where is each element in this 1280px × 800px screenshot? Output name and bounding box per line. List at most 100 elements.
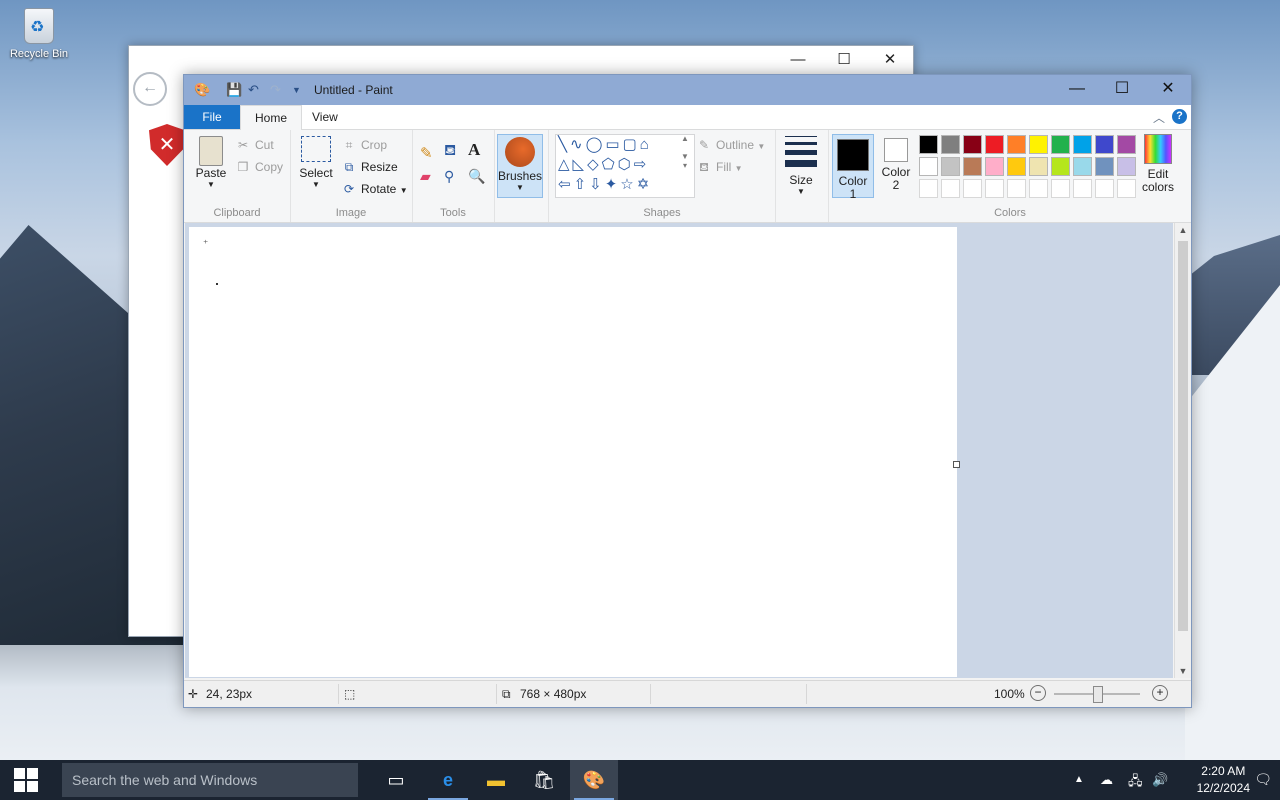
palette-swatch[interactable] xyxy=(985,157,1004,176)
scroll-down-icon[interactable]: ▼ xyxy=(1175,666,1191,676)
recycle-bin[interactable]: ♻ Recycle Bin xyxy=(6,8,72,60)
palette-swatch[interactable] xyxy=(1073,135,1092,154)
paint-taskbar-icon[interactable]: 🎨 xyxy=(570,760,618,800)
start-button[interactable] xyxy=(0,760,52,800)
network-icon[interactable]: 🖧 xyxy=(1128,772,1143,794)
palette-swatch[interactable] xyxy=(1029,179,1048,198)
palette-swatch[interactable] xyxy=(963,135,982,154)
crop-button[interactable]: ⌗ Crop xyxy=(342,138,387,153)
palette-swatch[interactable] xyxy=(1073,179,1092,198)
zoom-out-button[interactable]: − xyxy=(1030,685,1046,701)
help-icon[interactable]: ? xyxy=(1172,109,1187,124)
palette-swatch[interactable] xyxy=(1007,135,1026,154)
outline-label: Outline xyxy=(716,138,755,152)
fill-bucket-icon[interactable]: ⛾ xyxy=(444,142,456,161)
tab-file[interactable]: File xyxy=(184,105,240,129)
taskbar-search[interactable]: Search the web and Windows xyxy=(62,763,358,797)
select-label: Select xyxy=(299,166,333,180)
store-icon[interactable]: 🛍 xyxy=(520,760,568,800)
palette-swatch[interactable] xyxy=(1051,179,1070,198)
fill-button[interactable]: ⛾ Fill ▼ xyxy=(697,160,743,176)
internet-explorer-icon[interactable]: e xyxy=(424,760,472,800)
volume-icon[interactable]: 🔊 xyxy=(1152,772,1168,788)
size-button[interactable]: Size ▼ xyxy=(784,136,818,196)
zoom-in-button[interactable]: + xyxy=(1152,685,1168,701)
edit-colors-button[interactable]: Edit colors xyxy=(1139,134,1177,194)
palette-swatch[interactable] xyxy=(919,179,938,198)
tab-view[interactable]: View xyxy=(298,105,352,129)
task-view-icon[interactable]: ▭ xyxy=(372,760,420,800)
rotate-label: Rotate xyxy=(361,182,397,196)
resize-handle[interactable] xyxy=(953,461,960,468)
drawing-canvas[interactable]: ⁺ xyxy=(189,227,957,677)
cut-button[interactable]: ✂ Cut xyxy=(236,138,274,152)
scroll-up-icon[interactable]: ▲ xyxy=(1175,225,1191,235)
rotate-button[interactable]: ⟳ Rotate ▼ xyxy=(342,182,408,196)
palette-swatch[interactable] xyxy=(1095,179,1114,198)
zoom-slider-thumb[interactable] xyxy=(1093,686,1103,703)
palette-swatch[interactable] xyxy=(1051,135,1070,154)
palette-swatch[interactable] xyxy=(1007,157,1026,176)
palette-swatch[interactable] xyxy=(941,157,960,176)
file-explorer-icon[interactable]: ▬ xyxy=(472,760,520,800)
tab-home[interactable]: Home xyxy=(240,105,303,130)
back-minimize-button[interactable]: — xyxy=(775,46,821,74)
color-picker-icon[interactable]: ⚲ xyxy=(444,168,454,185)
palette-swatch[interactable] xyxy=(1073,157,1092,176)
palette-swatch[interactable] xyxy=(1117,157,1136,176)
onedrive-icon[interactable]: ☁ xyxy=(1100,772,1113,788)
select-button[interactable]: Select ▼ xyxy=(298,136,334,189)
palette-swatch[interactable] xyxy=(985,135,1004,154)
paste-button[interactable]: Paste ▼ xyxy=(194,136,228,189)
back-close-button[interactable]: ✕ xyxy=(867,46,913,74)
magnifier-icon[interactable]: 🔍 xyxy=(468,168,485,185)
copy-icon: ❐ xyxy=(237,160,249,174)
canvas-workspace[interactable]: ⁺ xyxy=(185,223,1173,678)
palette-swatch[interactable] xyxy=(963,157,982,176)
maximize-button[interactable]: ☐ xyxy=(1098,75,1146,105)
close-button[interactable]: ✕ xyxy=(1144,75,1192,105)
brushes-button[interactable]: Brushes ▼ xyxy=(497,134,543,198)
scroll-thumb[interactable] xyxy=(1178,241,1188,631)
palette-swatch[interactable] xyxy=(941,135,960,154)
outline-button[interactable]: ✎ Outline ▼ xyxy=(697,138,765,152)
palette-swatch[interactable] xyxy=(963,179,982,198)
customize-qat-icon[interactable]: ▼ xyxy=(292,85,301,95)
back-maximize-button[interactable]: ☐ xyxy=(821,46,867,74)
palette-swatch[interactable] xyxy=(1051,157,1070,176)
undo-icon[interactable]: ↶ xyxy=(248,82,259,98)
shapes-scroll[interactable]: ▲ ▼ ▾ xyxy=(679,134,691,196)
eraser-icon[interactable]: ▰ xyxy=(420,168,431,185)
collapse-ribbon-icon[interactable]: ︿ xyxy=(1153,109,1165,126)
resize-button[interactable]: ⧉ Resize xyxy=(342,160,398,175)
show-hidden-icons[interactable]: ▲ xyxy=(1074,774,1084,785)
cursor-position-icon: ✛ xyxy=(188,687,199,701)
pencil-icon[interactable]: ✎ xyxy=(420,144,433,162)
notifications-icon[interactable]: 🗨 xyxy=(1254,771,1272,788)
palette-swatch[interactable] xyxy=(985,179,1004,198)
palette-swatch[interactable] xyxy=(919,135,938,154)
copy-button[interactable]: ❐ Copy xyxy=(236,160,283,174)
save-icon[interactable]: 💾 xyxy=(226,82,242,98)
minimize-button[interactable]: — xyxy=(1053,75,1101,105)
palette-swatch[interactable] xyxy=(1117,179,1136,198)
palette-swatch[interactable] xyxy=(941,179,960,198)
palette-swatch[interactable] xyxy=(1095,157,1114,176)
clock[interactable]: 2:20 AM 12/2/2024 xyxy=(1197,763,1250,797)
palette-swatch[interactable] xyxy=(1117,135,1136,154)
palette-swatch[interactable] xyxy=(919,157,938,176)
text-tool-icon[interactable]: A xyxy=(468,140,480,160)
vertical-scrollbar[interactable]: ▲ ▼ xyxy=(1174,223,1191,678)
paint-window[interactable]: 🎨 💾 ↶ ↷ ▼ Untitled - Paint — ☐ ✕ File Ho… xyxy=(183,74,1192,708)
redo-icon[interactable]: ↷ xyxy=(270,82,281,98)
title-bar[interactable]: 🎨 💾 ↶ ↷ ▼ Untitled - Paint — ☐ ✕ xyxy=(184,75,1191,105)
palette-swatch[interactable] xyxy=(1029,157,1048,176)
palette-swatch[interactable] xyxy=(1007,179,1026,198)
shapes-gallery[interactable]: ╲∿◯▭▢⌂ △◺◇⬠⬡⇨ ⇦⇧⇩✦☆✡ xyxy=(555,134,695,198)
color2-button[interactable]: Color 2 xyxy=(876,134,916,196)
back-arrow-icon[interactable]: ← xyxy=(133,72,167,106)
color1-button[interactable]: Color 1 xyxy=(832,134,874,201)
palette-swatch[interactable] xyxy=(1029,135,1048,154)
palette-swatch[interactable] xyxy=(1095,135,1114,154)
tools-group-label: Tools xyxy=(440,207,466,219)
